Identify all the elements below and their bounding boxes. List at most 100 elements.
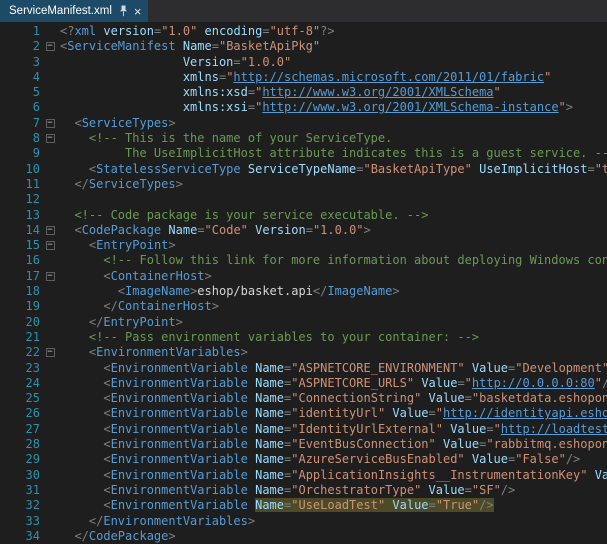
code-text: <ServiceManifest Name="BasketApiPkg": [60, 39, 607, 54]
token: Value: [392, 406, 428, 420]
line-number: 10: [0, 162, 40, 177]
token: ": [465, 376, 472, 390]
fold-collapse-icon[interactable]: −: [46, 42, 55, 51]
code-line[interactable]: 4 xmlns="http://schemas.microsoft.com/20…: [0, 70, 607, 85]
code-text: <EnvironmentVariable Name="ConnectionStr…: [60, 391, 607, 406]
code-line[interactable]: 7− <ServiceTypes>: [0, 116, 607, 131]
tab-servicemanifest[interactable]: ServiceManifest.xml ×: [0, 0, 148, 22]
fold-collapse-icon[interactable]: −: [46, 134, 55, 143]
fold-collapse-icon[interactable]: −: [46, 119, 55, 128]
fold-collapse-icon[interactable]: −: [46, 348, 55, 357]
code-line[interactable]: 22− <EnvironmentVariables>: [0, 345, 607, 360]
token: [60, 406, 103, 420]
token: [60, 70, 183, 84]
token: </: [74, 529, 88, 543]
code-line[interactable]: 16 <!-- Follow this link for more inform…: [0, 253, 607, 268]
token: =: [457, 376, 464, 390]
code-line[interactable]: 33 </EnvironmentVariables>: [0, 514, 607, 529]
token: Name: [255, 391, 284, 405]
code-line[interactable]: 24 <EnvironmentVariable Name="ASPNETCORE…: [0, 376, 607, 391]
fold-gutter: [40, 529, 60, 544]
code-line[interactable]: 10 <StatelessServiceType ServiceTypeName…: [0, 162, 607, 177]
fold-gutter: [40, 284, 60, 299]
token: ServiceTypeName: [248, 162, 356, 176]
code-line[interactable]: 20 </EntryPoint>: [0, 315, 607, 330]
line-number: 24: [0, 376, 40, 391]
token: Value: [472, 452, 508, 466]
fold-gutter: −: [40, 223, 60, 238]
code-line[interactable]: 12: [0, 192, 607, 207]
token: Value: [429, 483, 465, 497]
token: [60, 498, 103, 512]
code-line[interactable]: 18 <ImageName>eshop/basket.api</ImageNam…: [0, 284, 607, 299]
code-line[interactable]: 14− <CodePackage Name="Code" Version="1.…: [0, 223, 607, 238]
pin-icon[interactable]: [119, 5, 128, 17]
token: The UseImplicitHost attribute indicates …: [125, 146, 607, 160]
fold-gutter: [40, 208, 60, 223]
code-line[interactable]: 1<?xml version="1.0" encoding="utf-8"?>: [0, 24, 607, 39]
code-line[interactable]: 2−<ServiceManifest Name="BasketApiPkg": [0, 39, 607, 54]
code-text: <!-- Code package is your service execut…: [60, 208, 607, 223]
token: <: [103, 452, 110, 466]
line-number: 30: [0, 468, 40, 483]
token: Name: [255, 498, 284, 512]
token: <!-- Code package is your service execut…: [74, 208, 428, 222]
code-line[interactable]: 31 <EnvironmentVariable Name="Orchestrat…: [0, 483, 607, 498]
close-icon[interactable]: ×: [134, 5, 142, 18]
fold-collapse-icon[interactable]: −: [46, 226, 55, 235]
code-line[interactable]: 19 </ContainerHost>: [0, 299, 607, 314]
code-line[interactable]: 21 <!-- Pass environment variables to yo…: [0, 330, 607, 345]
code-line[interactable]: 3 Version="1.0.0": [0, 55, 607, 70]
fold-gutter: [40, 498, 60, 513]
token: [436, 437, 443, 451]
code-line[interactable]: 32 <EnvironmentVariable Name="UseLoadTes…: [0, 498, 607, 513]
code-line[interactable]: 26 <EnvironmentVariable Name="identityUr…: [0, 406, 607, 421]
token: UseImplicitHost: [479, 162, 587, 176]
code-line[interactable]: 27 <EnvironmentVariable Name="IdentityUr…: [0, 422, 607, 437]
token: EnvironmentVariable: [111, 406, 248, 420]
code-line[interactable]: 17− <ContainerHost>: [0, 269, 607, 284]
code-line[interactable]: 30 <EnvironmentVariable Name="Applicatio…: [0, 468, 607, 483]
code-editor[interactable]: 1<?xml version="1.0" encoding="utf-8"?>2…: [0, 22, 607, 544]
token: "AzureServiceBusEnabled": [291, 452, 464, 466]
code-line[interactable]: 23 <EnvironmentVariable Name="ASPNETCORE…: [0, 361, 607, 376]
fold-gutter: [40, 330, 60, 345]
token: </: [313, 284, 327, 298]
fold-collapse-icon[interactable]: −: [46, 272, 55, 281]
code-line[interactable]: 28 <EnvironmentVariable Name="EventBusCo…: [0, 437, 607, 452]
token: "1.0": [161, 24, 197, 38]
token: =: [306, 223, 313, 237]
token: Name: [255, 406, 284, 420]
token: Name: [255, 422, 284, 436]
token: "true": [595, 162, 607, 176]
code-line[interactable]: 11 </ServiceTypes>: [0, 177, 607, 192]
code-line[interactable]: 13 <!-- Code package is your service exe…: [0, 208, 607, 223]
token: [60, 177, 74, 191]
code-line[interactable]: 15− <EntryPoint>: [0, 238, 607, 253]
token: ServiceTypes: [82, 116, 169, 130]
code-line[interactable]: 9 The UseImplicitHost attribute indicate…: [0, 146, 607, 161]
token: [472, 162, 479, 176]
code-line[interactable]: 34 </CodePackage>: [0, 529, 607, 544]
code-text: [60, 192, 607, 207]
token: [60, 330, 89, 344]
code-text: </ContainerHost>: [60, 299, 607, 314]
code-text: </EntryPoint>: [60, 315, 607, 330]
fold-gutter: [40, 437, 60, 452]
token: >: [168, 238, 175, 252]
token: >: [566, 100, 573, 114]
fold-collapse-icon[interactable]: −: [46, 241, 55, 250]
token: =: [486, 422, 493, 436]
code-line[interactable]: 29 <EnvironmentVariable Name="AzureServi…: [0, 452, 607, 467]
token: CodePackage: [89, 529, 168, 543]
token: [176, 39, 183, 53]
token: Name: [255, 483, 284, 497]
token: Value: [595, 468, 607, 482]
line-number: 1: [0, 24, 40, 39]
code-line[interactable]: 6 xmlns:xsi="http://www.w3.org/2001/XMLS…: [0, 100, 607, 115]
code-line[interactable]: 8− <!-- This is the name of your Service…: [0, 131, 607, 146]
token: <: [103, 498, 110, 512]
code-line[interactable]: 25 <EnvironmentVariable Name="Connection…: [0, 391, 607, 406]
code-line[interactable]: 5 xmlns:xsd="http://www.w3.org/2001/XMLS…: [0, 85, 607, 100]
token: [60, 452, 103, 466]
